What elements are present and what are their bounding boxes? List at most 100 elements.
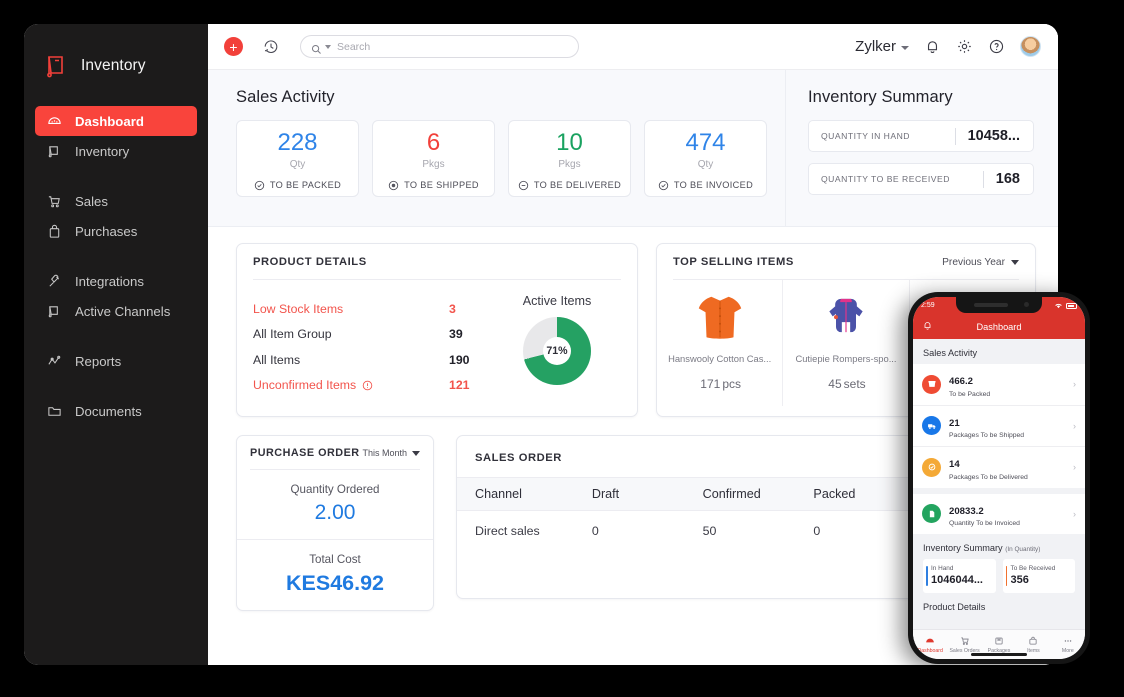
phone-row-text: 14 Packages To be Delivered bbox=[949, 454, 1073, 481]
phone-product-details-title: Product Details bbox=[913, 593, 1085, 618]
add-new-button[interactable]: + bbox=[224, 37, 243, 56]
search-icon bbox=[311, 42, 321, 52]
phone-row-to-be-delivered[interactable]: 14 Packages To be Delivered › bbox=[913, 447, 1085, 488]
qty-unit: sets bbox=[844, 377, 866, 391]
phone-header: Dashboard bbox=[913, 314, 1085, 339]
stat-card-to-be-packed[interactable]: 228 Qty TO BE PACKED bbox=[236, 120, 359, 197]
chevron-right-icon: › bbox=[1073, 421, 1076, 431]
product-detail-row-all-items[interactable]: All Items 190 bbox=[253, 347, 493, 373]
nav-spacer bbox=[24, 246, 208, 266]
stat-label-wrap: TO BE INVOICED bbox=[658, 180, 753, 191]
chevron-down-icon bbox=[901, 46, 909, 50]
packed-box-icon bbox=[922, 375, 941, 394]
column-header-channel[interactable]: Channel bbox=[457, 478, 592, 511]
stat-card-to-be-shipped[interactable]: 6 Pkgs TO BE SHIPPED bbox=[372, 120, 495, 197]
notification-bell-icon[interactable] bbox=[924, 38, 941, 55]
stat-value: 474 bbox=[685, 131, 725, 155]
phone-row-text: 21 Packages To be Shipped bbox=[949, 413, 1073, 440]
phone-inventory-card-to-be-received[interactable]: To Be Received 356 bbox=[1003, 559, 1076, 593]
phone-inventory-card-in-hand[interactable]: In Hand 1046044... bbox=[923, 559, 996, 593]
inventory-row-quantity-in-hand[interactable]: QUANTITY IN HAND 10458... bbox=[808, 120, 1034, 152]
phone-row-label: Quantity To be Invoiced bbox=[949, 520, 1073, 527]
inventory-row-label: QUANTITY IN HAND bbox=[821, 131, 955, 141]
stat-unit: Qty bbox=[698, 159, 714, 170]
recent-activity-icon[interactable] bbox=[262, 38, 280, 56]
row-value: 121 bbox=[441, 378, 493, 392]
nav-spacer bbox=[24, 376, 208, 396]
brand: Inventory bbox=[24, 42, 208, 84]
folder-icon bbox=[46, 403, 62, 419]
product-detail-row-all-item-group[interactable]: All Item Group 39 bbox=[253, 322, 493, 348]
stat-card-to-be-invoiced[interactable]: 474 Qty TO BE INVOICED bbox=[644, 120, 767, 197]
cell-draft: 0 bbox=[592, 511, 703, 552]
top-selling-filter[interactable]: Previous Year bbox=[942, 257, 1019, 268]
phone-tab-packages[interactable]: Packages bbox=[982, 636, 1016, 654]
stat-value: 228 bbox=[277, 131, 317, 155]
purchase-order-title: PURCHASE ORDER bbox=[250, 447, 360, 459]
stat-label: TO BE INVOICED bbox=[674, 180, 753, 190]
sidebar-item-integrations[interactable]: Integrations bbox=[35, 266, 197, 296]
filter-label: This Month bbox=[362, 448, 407, 458]
top-selling-item[interactable]: Hanswooly Cotton Cas... 171pcs bbox=[657, 280, 783, 406]
phone-tab-dashboard[interactable]: Dashboard bbox=[913, 636, 947, 654]
search-input[interactable] bbox=[335, 41, 568, 53]
phone-header-title: Dashboard bbox=[913, 322, 1085, 332]
phone-tab-sales-orders[interactable]: Sales Orders bbox=[947, 636, 981, 654]
sidebar-nav: Dashboard Inventory Sales bbox=[24, 106, 208, 426]
row-label: All Item Group bbox=[253, 327, 332, 341]
sidebar-item-label: Sales bbox=[75, 194, 108, 209]
purchase-order-filter[interactable]: This Month bbox=[362, 448, 420, 458]
check-circle-icon bbox=[658, 180, 669, 191]
sidebar-item-active-channels[interactable]: Active Channels bbox=[35, 296, 197, 326]
settings-gear-icon[interactable] bbox=[956, 38, 973, 55]
help-icon[interactable] bbox=[988, 38, 1005, 55]
items-bag-icon bbox=[1028, 636, 1038, 646]
phone-invoiced-list: 20833.2 Quantity To be Invoiced › bbox=[913, 494, 1085, 535]
divider bbox=[983, 171, 984, 188]
org-switcher[interactable]: Zylker bbox=[855, 38, 909, 55]
shopping-cart-icon bbox=[46, 193, 62, 209]
top-selling-item[interactable]: Cutiepie Rompers-spo... 45sets bbox=[783, 280, 909, 406]
sidebar-item-documents[interactable]: Documents bbox=[35, 396, 197, 426]
product-detail-row-unconfirmed-items[interactable]: Unconfirmed Items 121 bbox=[253, 373, 493, 399]
donut-center-label: 71% bbox=[543, 337, 571, 365]
search-scope-chevron-icon[interactable] bbox=[325, 45, 331, 49]
cell-channel: Direct sales bbox=[457, 511, 592, 552]
stat-unit: Pkgs bbox=[422, 159, 444, 170]
phone-row-to-be-packed[interactable]: 466.2 To be Packed › bbox=[913, 364, 1085, 406]
phone-inventory-summary-title: Inventory Summary (In Quantity) bbox=[913, 534, 1085, 559]
phone-screen: 2:59 Dashboard Sales Activity bbox=[913, 297, 1085, 659]
invoice-doc-icon bbox=[922, 504, 941, 523]
column-header-confirmed[interactable]: Confirmed bbox=[703, 478, 814, 511]
row-label: Low Stock Items bbox=[253, 302, 343, 316]
phone-row-to-be-invoiced[interactable]: 20833.2 Quantity To be Invoiced › bbox=[913, 494, 1085, 535]
nav-spacer bbox=[24, 326, 208, 346]
sidebar-item-sales[interactable]: Sales bbox=[35, 186, 197, 216]
sidebar-item-dashboard[interactable]: Dashboard bbox=[35, 106, 197, 136]
title-subtext: (In Quantity) bbox=[1005, 546, 1040, 553]
sidebar-item-inventory[interactable]: Inventory bbox=[35, 136, 197, 166]
phone-row-to-be-shipped[interactable]: 21 Packages To be Shipped › bbox=[913, 406, 1085, 448]
phone-row-value: 14 bbox=[949, 459, 960, 470]
phone-tab-more[interactable]: More bbox=[1051, 636, 1085, 654]
product-detail-row-low-stock[interactable]: Low Stock Items 3 bbox=[253, 296, 493, 322]
phone-tab-items[interactable]: Items bbox=[1016, 636, 1050, 654]
purchase-order-header: PURCHASE ORDER This Month bbox=[237, 436, 433, 469]
phone-body: Sales Activity 466.2 To be Packed › bbox=[913, 339, 1085, 629]
search-bar[interactable] bbox=[300, 35, 579, 58]
tab-label: More bbox=[1062, 648, 1074, 654]
brand-name: Inventory bbox=[81, 57, 146, 75]
status-time: 2:59 bbox=[921, 302, 935, 309]
sidebar-item-reports[interactable]: Reports bbox=[35, 346, 197, 376]
sidebar-item-purchases[interactable]: Purchases bbox=[35, 216, 197, 246]
stat-label-wrap: TO BE PACKED bbox=[254, 180, 341, 191]
product-details-body: Low Stock Items 3 All Item Group 39 All … bbox=[237, 280, 637, 416]
stat-card-to-be-delivered[interactable]: 10 Pkgs TO BE DELIVERED bbox=[508, 120, 631, 197]
column-header-draft[interactable]: Draft bbox=[592, 478, 703, 511]
tab-label: Items bbox=[1027, 648, 1040, 654]
inventory-row-quantity-to-be-received[interactable]: QUANTITY TO BE RECEIVED 168 bbox=[808, 163, 1034, 195]
chevron-right-icon: › bbox=[1073, 379, 1076, 389]
org-name-label: Zylker bbox=[855, 38, 896, 55]
sidebar-item-label: Inventory bbox=[75, 144, 129, 159]
user-avatar[interactable] bbox=[1020, 36, 1041, 57]
